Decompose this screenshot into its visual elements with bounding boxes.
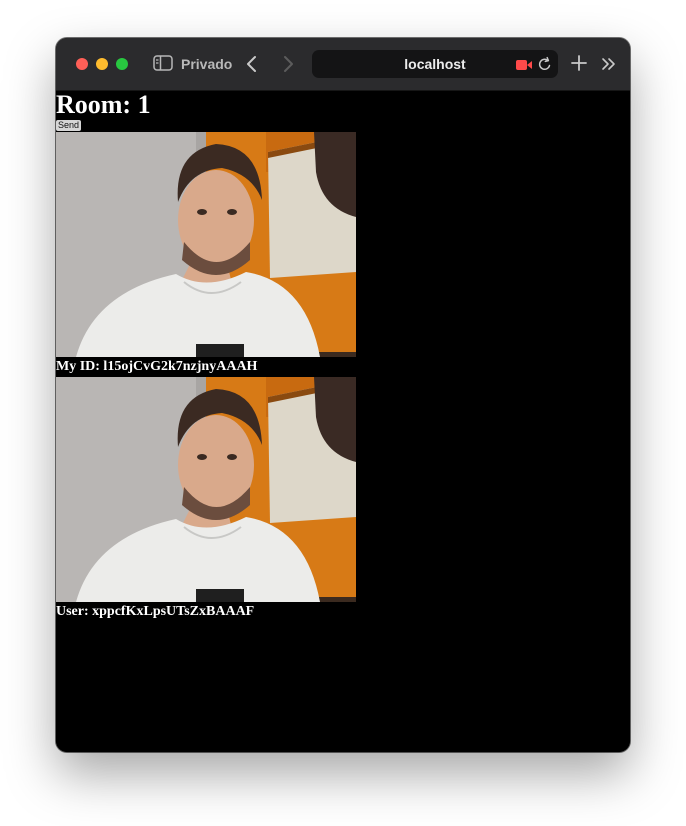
send-button[interactable]: Send: [56, 120, 82, 131]
private-mode-label: Privado: [181, 56, 233, 72]
reload-icon[interactable]: [538, 56, 552, 72]
forward-icon[interactable]: [282, 54, 294, 74]
browser-toolbar: Privado localhost: [56, 38, 630, 91]
close-window-button[interactable]: [76, 58, 88, 70]
remote-video[interactable]: [56, 377, 356, 602]
back-icon[interactable]: [246, 54, 258, 74]
page-content: Room: 1 Send My ID: l15ojCvG2k7nzjnyAAAH…: [56, 91, 630, 752]
webcam-image-remote: [56, 377, 356, 602]
minimize-window-button[interactable]: [96, 58, 108, 70]
local-id-caption: My ID: l15ojCvG2k7nzjnyAAAH: [56, 359, 258, 374]
browser-window: Privado localhost Room: 1 Send My ID: l1…: [56, 38, 630, 752]
new-tab-icon[interactable]: [571, 54, 587, 72]
remote-user-caption: User: xppcfKxLpsUTsZxBAAAF: [56, 604, 255, 619]
local-video[interactable]: [56, 132, 356, 357]
address-bar[interactable]: localhost: [312, 50, 558, 78]
maximize-window-button[interactable]: [116, 58, 128, 70]
more-tabs-icon[interactable]: [601, 56, 617, 72]
webcam-image-local: [56, 132, 356, 357]
camera-in-use-icon[interactable]: [516, 58, 532, 70]
room-title: Room: 1: [56, 90, 151, 119]
sidebar-toggle-icon[interactable]: [153, 55, 173, 71]
